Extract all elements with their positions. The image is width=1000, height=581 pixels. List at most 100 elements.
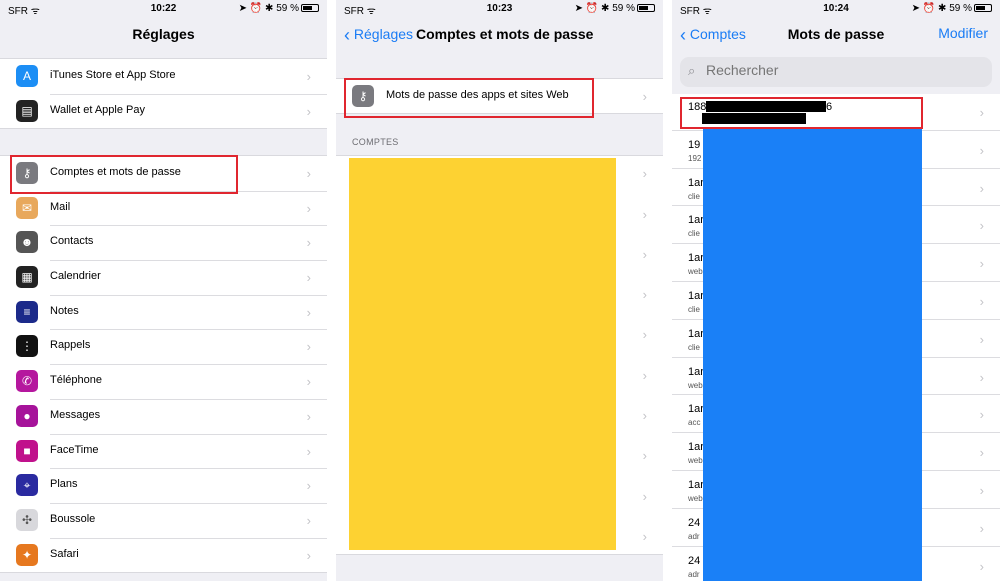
status-bar: SFR ᯤ 10:23 ➤ ⏰ ✱ 59 % bbox=[336, 0, 663, 20]
battery-icon bbox=[637, 4, 655, 12]
settings-item-itunes[interactable]: A iTunes Store et App Store › bbox=[0, 59, 327, 94]
edit-button[interactable]: Modifier bbox=[938, 25, 988, 41]
chevron-right-icon: › bbox=[306, 443, 311, 459]
chevron-right-icon: › bbox=[306, 270, 311, 286]
settings-item-label: Safari bbox=[50, 547, 79, 560]
settings-item-phone[interactable]: ✆ Téléphone › bbox=[0, 364, 327, 399]
settings-item-label: Calendrier bbox=[50, 270, 101, 283]
chevron-right-icon: › bbox=[979, 142, 984, 158]
settings-item-label: Plans bbox=[50, 478, 78, 491]
item-subtitle: web bbox=[688, 493, 703, 503]
settings-item-compass[interactable]: ✣ Boussole › bbox=[0, 502, 327, 538]
item-subtitle: web bbox=[688, 267, 703, 277]
item-title: 1ar bbox=[688, 327, 704, 340]
highlight-box bbox=[10, 155, 238, 194]
chevron-right-icon: › bbox=[979, 407, 984, 423]
item-title: 1ar bbox=[688, 403, 704, 416]
settings-item-notes[interactable]: ≡ Notes › bbox=[0, 294, 327, 330]
search-bar[interactable]: ⌕ bbox=[680, 57, 992, 87]
settings-item-label: FaceTime bbox=[50, 443, 99, 456]
chevron-right-icon[interactable]: › bbox=[643, 408, 647, 423]
search-input[interactable] bbox=[706, 62, 906, 78]
settings-item-label: Messages bbox=[50, 408, 101, 421]
settings-item-label: Boussole bbox=[50, 512, 96, 525]
chevron-right-icon[interactable]: › bbox=[643, 287, 647, 302]
settings-group-store: A iTunes Store et App Store › ▤ Wallet e… bbox=[0, 58, 327, 130]
settings-item-label: Mail bbox=[50, 200, 71, 213]
chevron-right-icon: › bbox=[306, 478, 311, 494]
item-title: 1ar bbox=[688, 214, 704, 227]
item-subtitle: clie bbox=[688, 304, 701, 314]
chevron-right-icon: › bbox=[306, 200, 311, 216]
item-title: 19 bbox=[688, 138, 701, 151]
chevron-right-icon[interactable]: › bbox=[643, 207, 647, 222]
reminders-icon: ⋮ bbox=[16, 335, 38, 358]
chevron-right-icon: › bbox=[306, 103, 311, 119]
item-subtitle: clie bbox=[688, 229, 701, 239]
settings-item-maps[interactable]: ⌖ Plans › bbox=[0, 468, 327, 503]
item-subtitle: clie bbox=[688, 191, 701, 201]
chevron-right-icon: › bbox=[306, 547, 311, 563]
status-right: ➤ ⏰ ✱ 59 % bbox=[912, 3, 992, 14]
settings-item-facetime[interactable]: ■ FaceTime › bbox=[0, 433, 327, 469]
chevron-right-icon: › bbox=[306, 166, 311, 181]
chevron-right-icon: › bbox=[979, 293, 984, 309]
chevron-right-icon[interactable]: › bbox=[643, 529, 647, 544]
redaction-block bbox=[703, 127, 922, 581]
phone-icon: ✆ bbox=[16, 370, 38, 393]
wallet-icon: ▤ bbox=[16, 99, 38, 122]
chevron-right-icon[interactable]: › bbox=[643, 368, 647, 383]
chevron-right-icon: › bbox=[979, 482, 984, 498]
settings-item-messages[interactable]: ● Messages › bbox=[0, 398, 327, 434]
settings-item-reminders[interactable]: ⋮ Rappels › bbox=[0, 329, 327, 364]
item-subtitle: acc bbox=[688, 418, 701, 428]
settings-item-wallet[interactable]: ▤ Wallet et Apple Pay › bbox=[0, 93, 327, 129]
settings-item-label: Notes bbox=[50, 304, 79, 317]
status-right: ➤ ⏰ ✱ 59 % bbox=[575, 3, 655, 14]
item-title: 24 bbox=[688, 554, 701, 567]
maps-icon: ⌖ bbox=[16, 474, 38, 497]
settings-item-safari[interactable]: ✦ Safari › bbox=[0, 537, 327, 573]
chevron-right-icon: › bbox=[306, 374, 311, 390]
battery-icon bbox=[301, 4, 319, 12]
nav-bar: ‹ Réglages Comptes et mots de passe bbox=[336, 20, 663, 48]
passwords-screen: SFR ᯤ 10:24 ➤ ⏰ ✱ 59 % ‹ Comptes Mots de… bbox=[672, 0, 1000, 581]
chevron-right-icon[interactable]: › bbox=[643, 166, 647, 181]
facetime-icon: ■ bbox=[16, 439, 38, 462]
chevron-right-icon: › bbox=[979, 256, 984, 272]
redaction-block bbox=[349, 158, 616, 550]
chevron-right-icon[interactable]: › bbox=[643, 489, 647, 504]
item-title: 1ar bbox=[688, 289, 704, 302]
item-subtitle: adr bbox=[688, 531, 700, 541]
item-subtitle: web bbox=[688, 456, 703, 466]
item-subtitle: 192 bbox=[688, 153, 702, 163]
notes-icon: ≡ bbox=[16, 300, 38, 323]
chevron-right-icon[interactable]: › bbox=[643, 247, 647, 262]
chevron-right-icon: › bbox=[979, 445, 984, 461]
calendar-icon: ▦ bbox=[16, 266, 38, 289]
chevron-right-icon: › bbox=[979, 558, 984, 574]
chevron-right-icon: › bbox=[979, 180, 984, 196]
back-button[interactable]: ‹ Réglages bbox=[344, 25, 413, 46]
item-subtitle: web bbox=[688, 380, 703, 390]
settings-item-contacts[interactable]: ☻ Contacts › bbox=[0, 225, 327, 260]
chevron-right-icon[interactable]: › bbox=[643, 448, 647, 463]
settings-item-calendar[interactable]: ▦ Calendrier › bbox=[0, 260, 327, 295]
status-right: ➤ ⏰ ✱ 59 % bbox=[239, 3, 319, 14]
item-title: 1ar bbox=[688, 176, 704, 189]
chevron-left-icon: ‹ bbox=[344, 25, 350, 45]
nav-bar: Réglages bbox=[0, 20, 327, 48]
accounts-screen: SFR ᯤ 10:23 ➤ ⏰ ✱ 59 % ‹ Réglages Compte… bbox=[336, 0, 663, 581]
highlight-box bbox=[680, 97, 923, 129]
chevron-right-icon: › bbox=[979, 105, 984, 120]
chevron-right-icon: › bbox=[306, 304, 311, 320]
chevron-right-icon[interactable]: › bbox=[643, 327, 647, 342]
settings-item-mail[interactable]: ✉ Mail › bbox=[0, 190, 327, 226]
item-title: 1ar bbox=[688, 441, 704, 454]
item-subtitle: adr bbox=[688, 569, 700, 579]
settings-item-label: Téléphone bbox=[50, 374, 102, 387]
status-bar: SFR ᯤ 10:24 ➤ ⏰ ✱ 59 % bbox=[672, 0, 1000, 20]
item-title: 1ar bbox=[688, 365, 704, 378]
settings-item-label: Rappels bbox=[50, 339, 91, 352]
page-title: Comptes et mots de passe bbox=[416, 26, 594, 42]
